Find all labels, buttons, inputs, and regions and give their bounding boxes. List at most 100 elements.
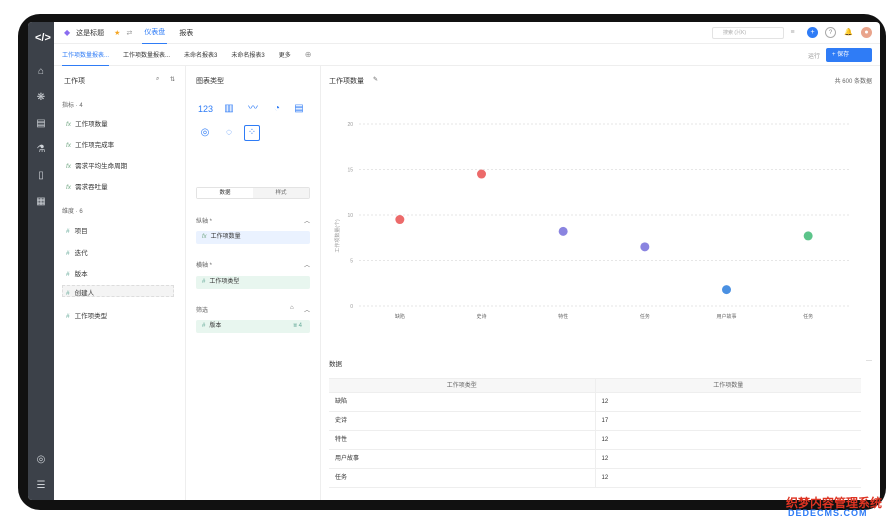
- scatter-point[interactable]: [803, 231, 813, 241]
- x-axis-field[interactable]: # 工作项类型: [196, 276, 310, 289]
- table-cell: 12: [601, 475, 609, 481]
- report-tab-3[interactable]: 未命名报表3: [184, 44, 217, 65]
- edit-icon[interactable]: ✎: [373, 76, 378, 83]
- metric-item[interactable]: fx 工作项完成率: [66, 139, 114, 149]
- x-tick-label: 任务: [640, 313, 650, 320]
- compass-icon[interactable]: ◎: [35, 454, 47, 466]
- fields-panel: 工作项 ⌕ ⇅ 指标 · 4 fx 工作项数量 fx 工作项完成率 fx 需求平均生命…: [54, 66, 186, 500]
- calendar-icon[interactable]: ▤: [35, 118, 47, 130]
- y-tick-label: 20: [347, 122, 353, 128]
- bar-chart-icon[interactable]: ▥: [222, 102, 236, 116]
- dimension-item[interactable]: # 迭代: [66, 247, 88, 257]
- star-icon[interactable]: ★: [114, 29, 120, 37]
- report-tab-2[interactable]: 工作项数量报表...: [123, 44, 170, 65]
- scatter-point[interactable]: [558, 226, 568, 236]
- dimension-item[interactable]: # 版本: [66, 268, 88, 278]
- tab-data[interactable]: 数据: [197, 188, 253, 198]
- apps-icon[interactable]: ❋: [35, 92, 47, 104]
- flask-icon[interactable]: ⚗: [35, 144, 47, 156]
- filter-bucket-icon[interactable]: ⌂: [290, 305, 294, 311]
- report-tab-4[interactable]: 未命名报表3: [231, 44, 264, 65]
- data-table-title: 数据: [329, 361, 342, 368]
- report-tabs: 工作项数量报表... 工作项数量报表... 未命名报表3 未命名报表3 更多 ⊕…: [54, 44, 880, 66]
- book-icon[interactable]: ▯: [35, 170, 47, 182]
- metrics-section[interactable]: 指标 · 4: [62, 100, 83, 109]
- dimension-item-dragging[interactable]: # 创建人: [66, 287, 94, 297]
- project-icon: ◆: [64, 28, 71, 37]
- swap-icon[interactable]: ⇄: [126, 29, 132, 37]
- column-header[interactable]: 工作项类型: [329, 379, 596, 392]
- table-chart-icon[interactable]: ▤: [292, 102, 306, 116]
- chevron-up-icon[interactable]: ︿: [304, 260, 310, 269]
- home-icon[interactable]: ⌂: [35, 66, 47, 78]
- app-logo-icon[interactable]: </>: [35, 32, 51, 44]
- y-tick-label: 15: [347, 168, 353, 174]
- table-cell: 史诗: [329, 412, 596, 430]
- scatter-point[interactable]: [477, 169, 486, 179]
- metric-item[interactable]: fx 工作项数量: [66, 118, 108, 128]
- tab-reports[interactable]: 报表: [177, 22, 195, 44]
- x-tick-label: 用户故事: [716, 313, 736, 320]
- add-icon[interactable]: +: [807, 27, 818, 38]
- scatter-point[interactable]: [640, 242, 650, 252]
- data-table: 工作项类型 工作项数量 缺陷 12 史诗 17 特性 12 用户故事 12 任务 12: [329, 378, 861, 488]
- dimension-item[interactable]: # 项目: [66, 225, 88, 235]
- number-chart-icon[interactable]: 123: [198, 102, 213, 116]
- scatter-chart-icon[interactable]: ⁘: [244, 125, 260, 141]
- metric-item[interactable]: fx 需求吞吐量: [66, 181, 108, 191]
- chevron-up-icon[interactable]: ︿: [304, 216, 310, 225]
- save-button[interactable]: + 保存: [826, 48, 872, 62]
- table-cell: 17: [601, 418, 609, 424]
- table-cell: 缺陷: [329, 393, 596, 411]
- table-row: 特性 12: [329, 431, 861, 450]
- main-area: ◆ 这是标题 ★ ⇄ 仪表盘 报表 搜索 (⌘K) ≡ + ? 🔔 ● 工作项数…: [54, 22, 880, 500]
- breadcrumb[interactable]: 这是标题: [76, 28, 104, 38]
- report-tab-1[interactable]: 工作项数量报表...: [62, 44, 110, 66]
- more-tabs-dropdown[interactable]: 更多: [279, 44, 291, 65]
- avatar[interactable]: ●: [861, 27, 872, 38]
- scatter-point[interactable]: [722, 285, 731, 295]
- more-icon[interactable]: ≡: [787, 27, 798, 38]
- menu-icon[interactable]: ☰: [35, 480, 47, 492]
- run-button[interactable]: 运行: [808, 51, 820, 60]
- sort-icon[interactable]: ⇅: [170, 76, 175, 83]
- x-tick-label: 特性: [558, 313, 568, 320]
- data-style-toggle: 数据 样式: [196, 187, 310, 199]
- search-icon[interactable]: ⌕: [156, 76, 159, 83]
- add-tab-icon[interactable]: ⊕: [305, 50, 312, 59]
- table-row: 史诗 17: [329, 412, 861, 431]
- dimensions-section[interactable]: 维度 · 6: [62, 206, 83, 215]
- table-cell: 12: [601, 437, 609, 443]
- pie-chart-icon[interactable]: ◔: [270, 102, 284, 116]
- x-axis-label: 横轴 *: [196, 263, 213, 269]
- tab-dashboard[interactable]: 仪表盘: [142, 22, 168, 44]
- collapse-icon[interactable]: —: [866, 358, 872, 364]
- help-icon[interactable]: ?: [825, 27, 836, 38]
- line-chart-icon[interactable]: 〰: [246, 102, 260, 116]
- x-tick-label: 任务: [803, 313, 813, 320]
- scatter-point[interactable]: [395, 215, 405, 225]
- y-axis-field[interactable]: fx 工作项数量: [196, 231, 310, 244]
- grid-icon[interactable]: ▦: [35, 196, 47, 208]
- chart-title: 工作项数量: [329, 78, 364, 85]
- chart-panel: 工作项数量 ✎ 共 600 条数据 工作项数量(个) 0 5 10 15 20 缺陷 史诗特…: [321, 66, 880, 500]
- filter-field[interactable]: # 版本 ⩸ 4: [196, 320, 310, 333]
- percent-chart-icon[interactable]: ◌: [222, 126, 236, 140]
- tab-style[interactable]: 样式: [253, 188, 309, 198]
- chart-type-title: 图表类型: [196, 78, 224, 85]
- x-tick-label: 缺陷: [395, 313, 405, 320]
- table-row: 缺陷 12: [329, 393, 861, 412]
- y-axis-label: 纵轴 *: [196, 219, 213, 225]
- search-input[interactable]: 搜索 (⌘K): [712, 27, 784, 39]
- column-header[interactable]: 工作项数量: [596, 379, 862, 392]
- top-bar: ◆ 这是标题 ★ ⇄ 仪表盘 报表 搜索 (⌘K) ≡ + ? 🔔 ●: [54, 22, 880, 44]
- dimension-item[interactable]: # 工作项类型: [66, 310, 107, 320]
- y-tick-label: 0: [350, 304, 353, 310]
- metric-item[interactable]: fx 需求平均生命周期: [66, 160, 127, 170]
- data-count: 共 600 条数据: [834, 79, 872, 85]
- gauge-chart-icon[interactable]: ◎: [198, 126, 212, 140]
- chevron-up-icon[interactable]: ︿: [304, 305, 310, 314]
- table-cell: 12: [601, 399, 609, 405]
- bell-icon[interactable]: 🔔: [843, 27, 854, 38]
- table-row: 任务 12: [329, 469, 861, 488]
